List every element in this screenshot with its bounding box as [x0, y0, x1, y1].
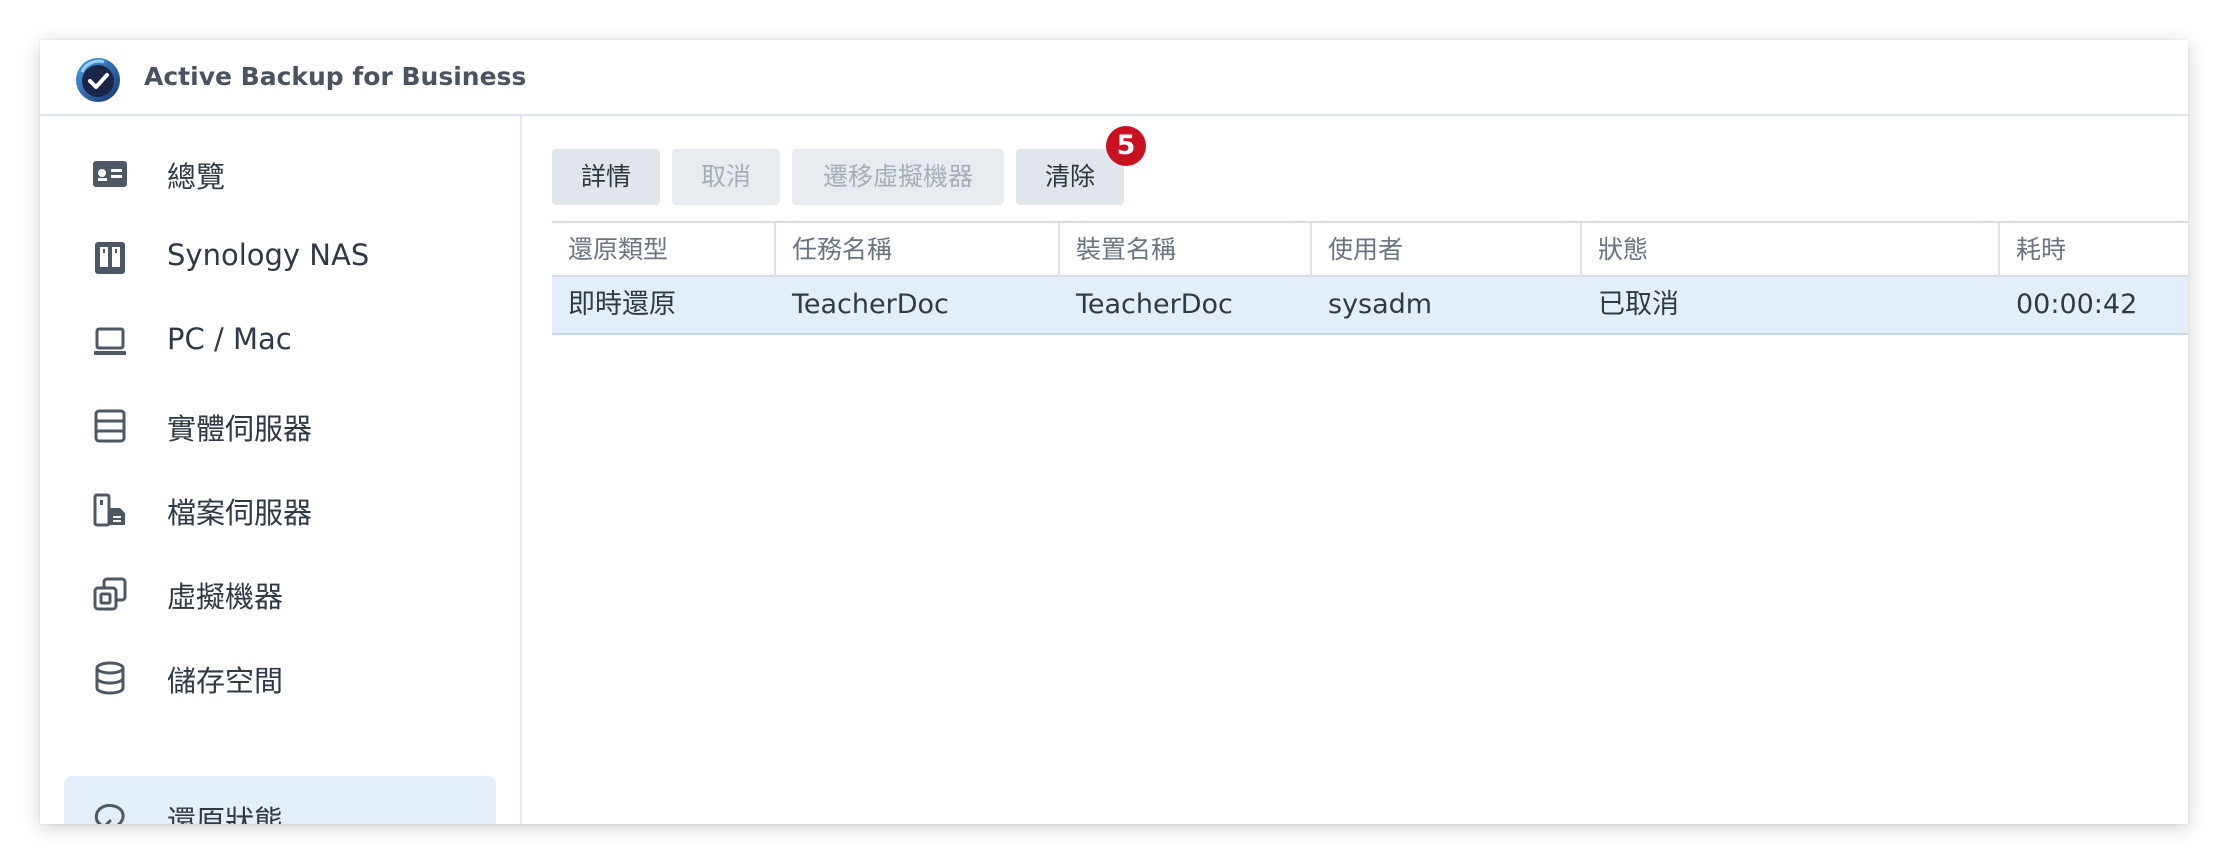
sidebar-item-label: Synology NAS — [167, 238, 370, 272]
nas-icon — [95, 242, 125, 274]
column-header-task-name[interactable]: 任務名稱 — [776, 223, 1060, 277]
cell-restore-type: 即時還原 — [568, 289, 676, 320]
sidebar-item-physical-server[interactable]: 實體伺服器 — [64, 384, 496, 468]
title-bar: Active Backup for Business — [40, 40, 2188, 116]
sidebar-item-label: PC / Mac — [167, 322, 292, 356]
cancel-button[interactable]: 取消 — [672, 149, 780, 205]
app-window: Active Backup for Business 總覽 Synology N… — [40, 40, 2188, 824]
cell-task-name: TeacherDoc — [792, 289, 949, 320]
sidebar-item-file-server[interactable]: 檔案伺服器 — [64, 468, 496, 552]
restore-icon — [94, 804, 125, 824]
column-header-restore-type[interactable]: 還原類型 — [552, 223, 776, 277]
cell-duration: 00:00:42 — [2016, 289, 2138, 320]
sidebar-item-restore-status[interactable]: 還原狀態 — [64, 776, 496, 824]
column-header-duration[interactable]: 耗時 — [2000, 223, 2188, 277]
main-panel: 詳情 取消 遷移虛擬機器 清除 5 還原類型 任務名稱 裝置名稱 使用者 狀態 … — [522, 116, 2188, 824]
sidebar-item-synology-nas[interactable]: Synology NAS — [64, 216, 496, 300]
sidebar-item-label: 還原狀態 — [167, 804, 284, 824]
column-header-status[interactable]: 狀態 — [1582, 223, 2000, 277]
sidebar-item-label: 實體伺服器 — [167, 412, 313, 446]
cell-user: sysadm — [1328, 289, 1433, 320]
server-icon — [94, 409, 126, 443]
file-server-icon — [93, 493, 125, 527]
virtual-machine-icon — [93, 577, 127, 611]
sidebar: 總覽 Synology NAS PC / Mac 實體伺服器 檔案伺服器 虛擬機… — [40, 116, 522, 824]
migrate-vm-button[interactable]: 遷移虛擬機器 — [792, 149, 1004, 205]
active-backup-logo-icon — [76, 58, 120, 102]
column-header-user[interactable]: 使用者 — [1312, 223, 1582, 277]
restore-table: 還原類型 任務名稱 裝置名稱 使用者 狀態 耗時 即時還原 TeacherDoc… — [552, 221, 2188, 335]
sidebar-item-virtual-machine[interactable]: 虛擬機器 — [64, 552, 496, 636]
database-icon — [95, 661, 125, 695]
sidebar-item-label: 檔案伺服器 — [167, 496, 313, 530]
table-header: 還原類型 任務名稱 裝置名稱 使用者 狀態 耗時 — [552, 221, 2188, 277]
clear-button[interactable]: 清除 — [1016, 149, 1124, 205]
sidebar-item-storage[interactable]: 儲存空間 — [64, 636, 496, 720]
sidebar-item-pc-mac[interactable]: PC / Mac — [64, 300, 496, 384]
cell-status: 已取消 — [1598, 289, 1679, 320]
sidebar-item-label: 虛擬機器 — [167, 580, 284, 614]
column-header-device-name[interactable]: 裝置名稱 — [1060, 223, 1312, 277]
notification-badge: 5 — [1106, 126, 1146, 166]
sidebar-item-label: 儲存空間 — [167, 664, 284, 698]
laptop-icon — [94, 327, 126, 355]
details-button[interactable]: 詳情 — [552, 149, 660, 205]
table-row[interactable]: 即時還原 TeacherDoc TeacherDoc sysadm 已取消 00… — [552, 277, 2188, 335]
cell-device-name: TeacherDoc — [1076, 289, 1233, 320]
sidebar-item-overview[interactable]: 總覽 — [64, 132, 496, 216]
overview-card-icon — [93, 161, 127, 187]
app-title: Active Backup for Business — [144, 62, 527, 91]
sidebar-item-label: 總覽 — [167, 160, 226, 194]
